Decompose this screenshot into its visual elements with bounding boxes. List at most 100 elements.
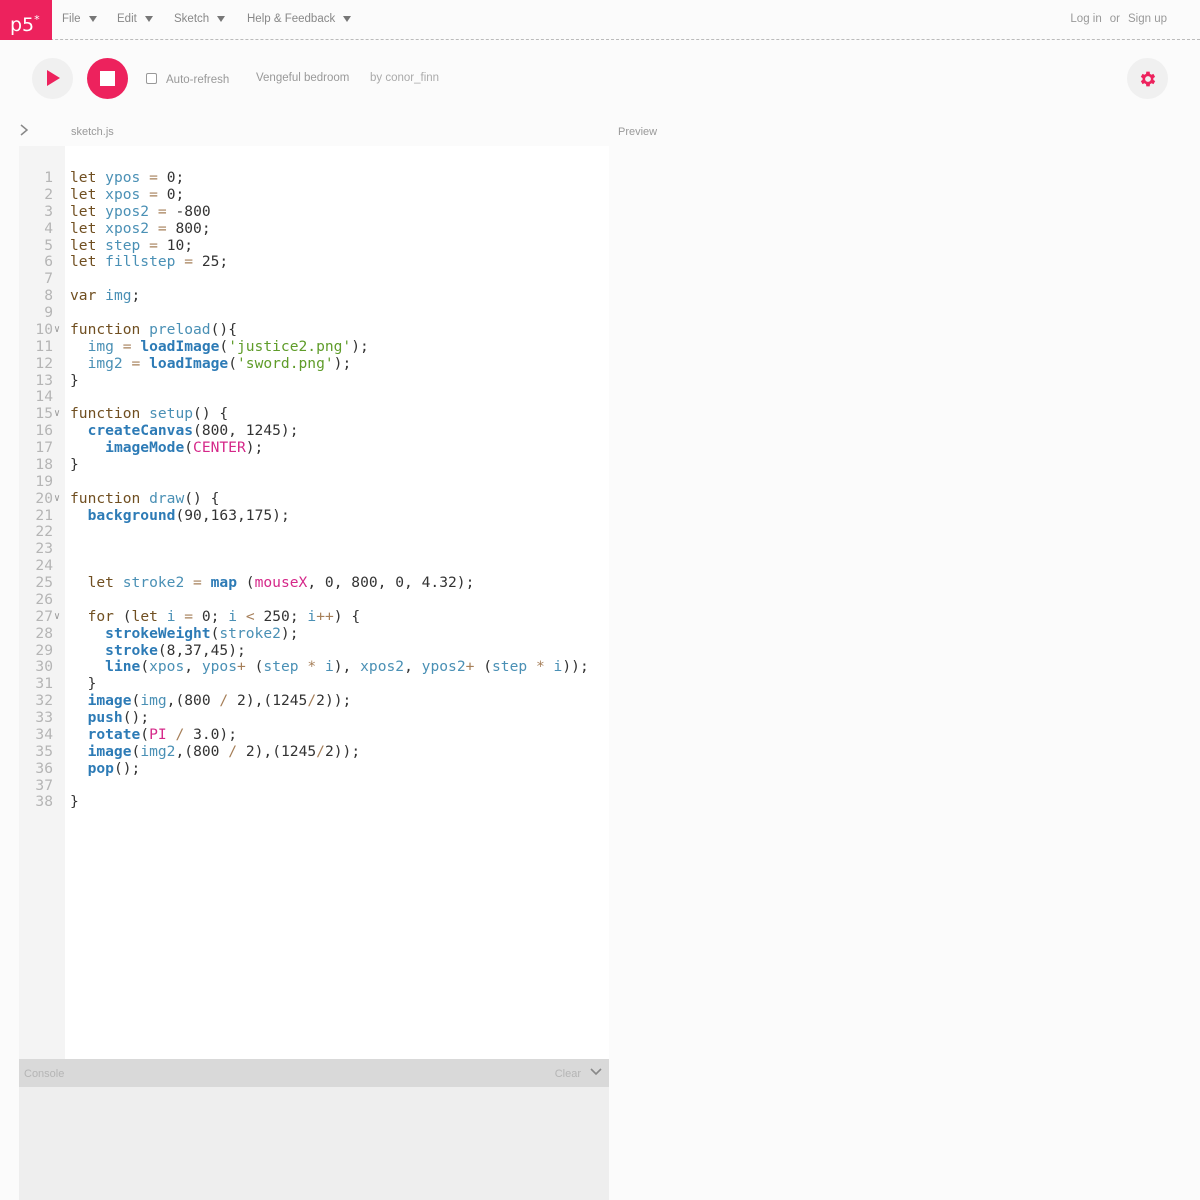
code-line[interactable]: 13} (19, 372, 589, 390)
settings-button[interactable] (1127, 58, 1168, 99)
code-line[interactable]: 19 (19, 473, 589, 491)
signup-link[interactable]: Sign up (1128, 13, 1167, 25)
code-line[interactable]: 7 (19, 270, 589, 288)
p5-logo[interactable]: p5* (0, 0, 52, 40)
stop-button[interactable] (87, 58, 128, 99)
menu-help[interactable]: Help & Feedback (247, 13, 352, 25)
top-nav: p5* File Edit Sketch Help & Feedback Log… (0, 0, 1200, 40)
code-line[interactable]: 30 line(xpos, ypos+ (step * i), xpos2, y… (19, 658, 588, 676)
code-text: stroke(8,37,45); (105, 641, 246, 659)
code-line[interactable]: 34 rotate(PI / 3.0); (19, 726, 589, 744)
or-text: or (1109, 13, 1120, 25)
caret-down-icon (343, 16, 352, 22)
code-line[interactable]: 11 img = loadImage('justice2.png'); (19, 337, 589, 356)
console-clear-button[interactable]: Clear (555, 1068, 581, 1080)
sketch-name[interactable]: Vengeful bedroom (256, 72, 349, 84)
fold-toggle-icon[interactable]: ∨ (53, 491, 65, 508)
caret-down-icon (217, 16, 226, 22)
code-line[interactable]: 5 let step = 10; (19, 237, 589, 255)
code-line[interactable]: 23 (19, 540, 589, 558)
menu-edit[interactable]: Edit (117, 13, 153, 25)
code-line[interactable]: 37 (19, 777, 589, 795)
caret-down-icon (88, 16, 97, 22)
code-line[interactable]: 14 (19, 388, 589, 406)
play-button[interactable] (32, 58, 73, 99)
line-number: 11 (35, 337, 53, 355)
code-line[interactable]: 9 (19, 304, 589, 322)
line-number: 1 (44, 169, 53, 186)
code-text: image(img,(800 / 2),(1245/2)); (87, 692, 352, 710)
code-line[interactable]: 18} (19, 456, 589, 474)
code-line[interactable]: 17 imageMode(CENTER); (19, 439, 589, 457)
line-number: 8 (44, 287, 53, 305)
code-text: background(90,163,175); (87, 506, 290, 524)
code-line[interactable]: 32 image(img,(800 / 2),(1245/2)); (19, 692, 589, 710)
sketch-author[interactable]: by conor_finn (370, 72, 439, 84)
code-line[interactable]: 24 (19, 557, 589, 575)
code-lines[interactable]: 1 let ypos = 0; 2 let xpos = 0; 3 let ypos2 =… (19, 169, 589, 811)
code-line[interactable]: 8 var img; (19, 287, 589, 305)
code-line[interactable]: 2 let xpos = 0; (19, 186, 589, 204)
code-line[interactable]: 20 ∨ function draw() { (19, 490, 589, 508)
auto-refresh-checkbox[interactable] (146, 73, 157, 84)
code-line[interactable]: 10 ∨ function preload(){ (19, 320, 589, 339)
code-line[interactable]: 27 ∨ for (let i = 0; i < 250; i++) { (19, 608, 589, 626)
fold-toggle-icon[interactable]: ∨ (53, 609, 65, 626)
code-text: img = loadImage('justice2.png'); (87, 337, 369, 355)
file-name[interactable]: sketch.js (71, 126, 114, 138)
code-line[interactable]: 21 background(90,163,175); (19, 506, 589, 525)
code-line[interactable]: 16 createCanvas(800, 1245); (19, 422, 589, 440)
code-text: function setup() { (70, 405, 229, 423)
line-number: 31 (35, 675, 53, 693)
fold-toggle-icon[interactable]: ∨ (53, 406, 65, 423)
code-line[interactable]: 22 (19, 523, 589, 541)
menu-file[interactable]: File (62, 13, 97, 25)
code-text: imageMode(CENTER); (105, 439, 264, 456)
login-link[interactable]: Log in (1070, 13, 1101, 25)
code-line[interactable]: 25 let stroke2 = map (mouseX, 0, 800, 0,… (19, 574, 589, 592)
code-text: pop(); (87, 759, 141, 777)
menu-sketch[interactable]: Sketch (174, 13, 226, 25)
chevron-right-icon[interactable] (18, 123, 30, 137)
code-line[interactable]: 33 push(); (19, 709, 589, 727)
menu-file-label: File (62, 13, 81, 25)
logo-asterisk: * (34, 13, 40, 26)
code-line[interactable]: 28 strokeWeight(stroke2); (19, 625, 589, 643)
code-line[interactable]: 4 let xpos2 = 800; (19, 220, 589, 238)
code-line[interactable]: 31 } (19, 675, 589, 693)
line-number: 7 (44, 270, 53, 288)
menu-sketch-label: Sketch (174, 13, 210, 25)
code-line[interactable]: 1 let ypos = 0; (19, 169, 589, 187)
code-line[interactable]: 3 let ypos2 = -800 (19, 203, 589, 221)
code-editor[interactable]: 1 let ypos = 0; 2 let xpos = 0; 3 let ypos2 =… (19, 146, 609, 1059)
code-line[interactable]: 38} (19, 793, 589, 811)
code-line[interactable]: 6 let fillstep = 25; (19, 253, 589, 271)
code-line[interactable]: 15 ∨ function setup() { (19, 405, 589, 423)
line-number: 10 (35, 320, 53, 338)
fold-toggle-icon[interactable]: ∨ (53, 322, 65, 339)
code-line[interactable]: 26 (19, 591, 589, 609)
line-number: 9 (44, 304, 53, 321)
code-text: image(img2,(800 / 2),(1245/2)); (87, 742, 361, 760)
console-header[interactable]: Console Clear (19, 1059, 609, 1087)
line-number: 12 (35, 354, 53, 372)
chevron-down-icon[interactable] (589, 1067, 603, 1077)
code-line[interactable]: 35 image(img2,(800 / 2),(1245/2)); (19, 742, 589, 761)
code-line[interactable]: 29 stroke(8,37,45); (19, 641, 589, 660)
code-line[interactable]: 36 pop(); (19, 759, 589, 778)
code-line[interactable]: 12 img2 = loadImage('sword.png'); (19, 354, 589, 373)
